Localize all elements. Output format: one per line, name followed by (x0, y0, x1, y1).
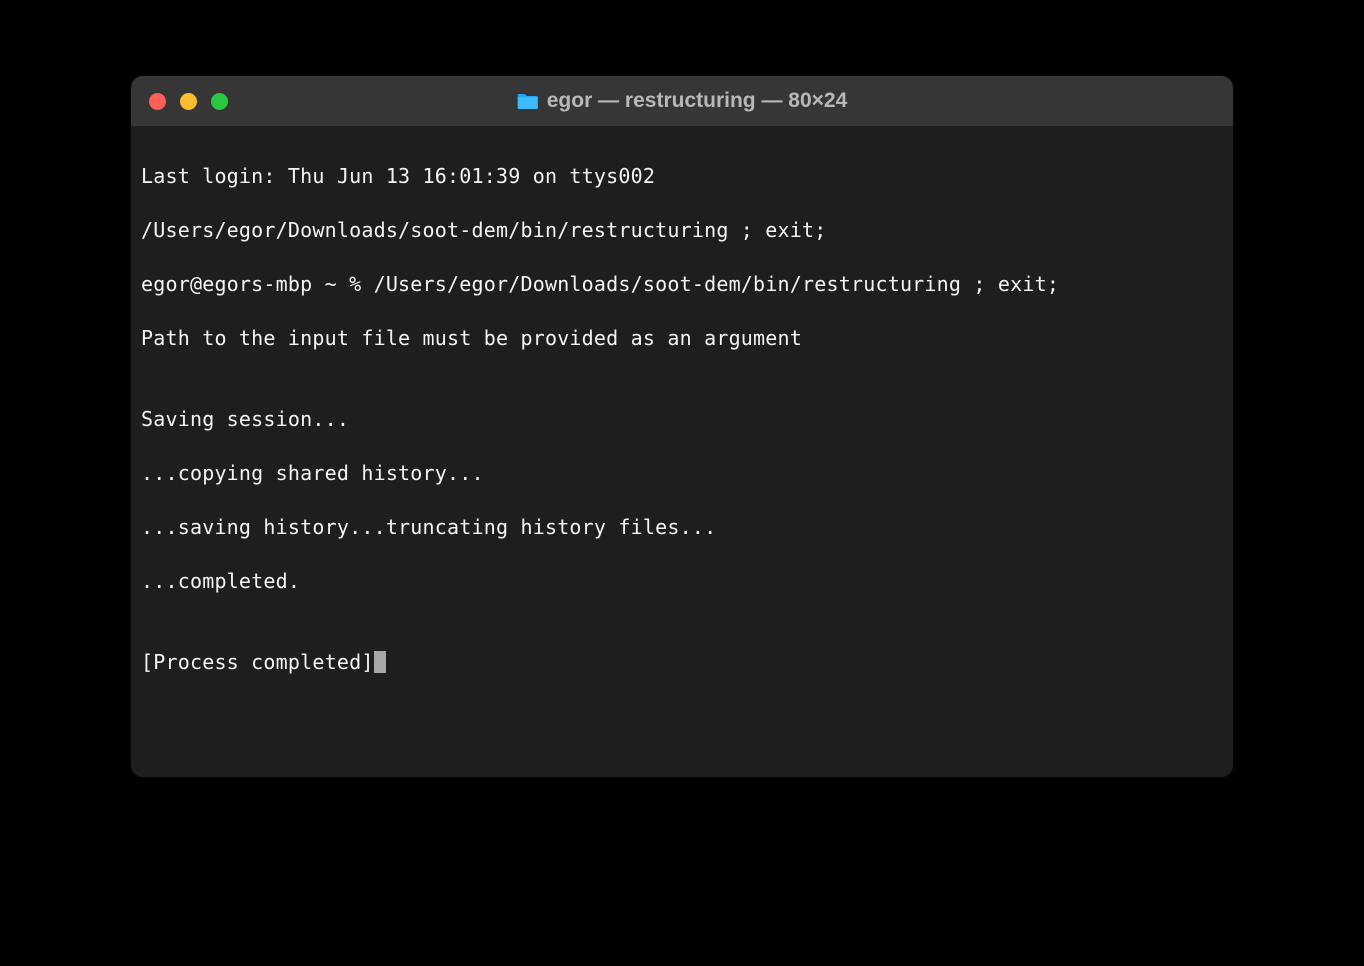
window-title: egor — restructuring — 80×24 (517, 89, 848, 113)
terminal-window: egor — restructuring — 80×24 Last login:… (131, 76, 1233, 777)
terminal-line: egor@egors-mbp ~ % /Users/egor/Downloads… (141, 271, 1223, 298)
terminal-line: [Process completed] (141, 649, 1223, 676)
maximize-button[interactable] (211, 93, 228, 110)
window-titlebar[interactable]: egor — restructuring — 80×24 (131, 76, 1233, 126)
terminal-line: ...saving history...truncating history f… (141, 514, 1223, 541)
cursor (374, 651, 386, 673)
terminal-line: Saving session... (141, 406, 1223, 433)
terminal-line: ...copying shared history... (141, 460, 1223, 487)
close-button[interactable] (149, 93, 166, 110)
terminal-line: /Users/egor/Downloads/soot-dem/bin/restr… (141, 217, 1223, 244)
folder-icon (517, 92, 539, 110)
terminal-output[interactable]: Last login: Thu Jun 13 16:01:39 on ttys0… (131, 126, 1233, 777)
traffic-lights (149, 93, 228, 110)
window-title-text: egor — restructuring — 80×24 (547, 89, 848, 113)
terminal-line: Last login: Thu Jun 13 16:01:39 on ttys0… (141, 163, 1223, 190)
terminal-line: Path to the input file must be provided … (141, 325, 1223, 352)
terminal-line: ...completed. (141, 568, 1223, 595)
terminal-line-text: [Process completed] (141, 650, 374, 674)
minimize-button[interactable] (180, 93, 197, 110)
